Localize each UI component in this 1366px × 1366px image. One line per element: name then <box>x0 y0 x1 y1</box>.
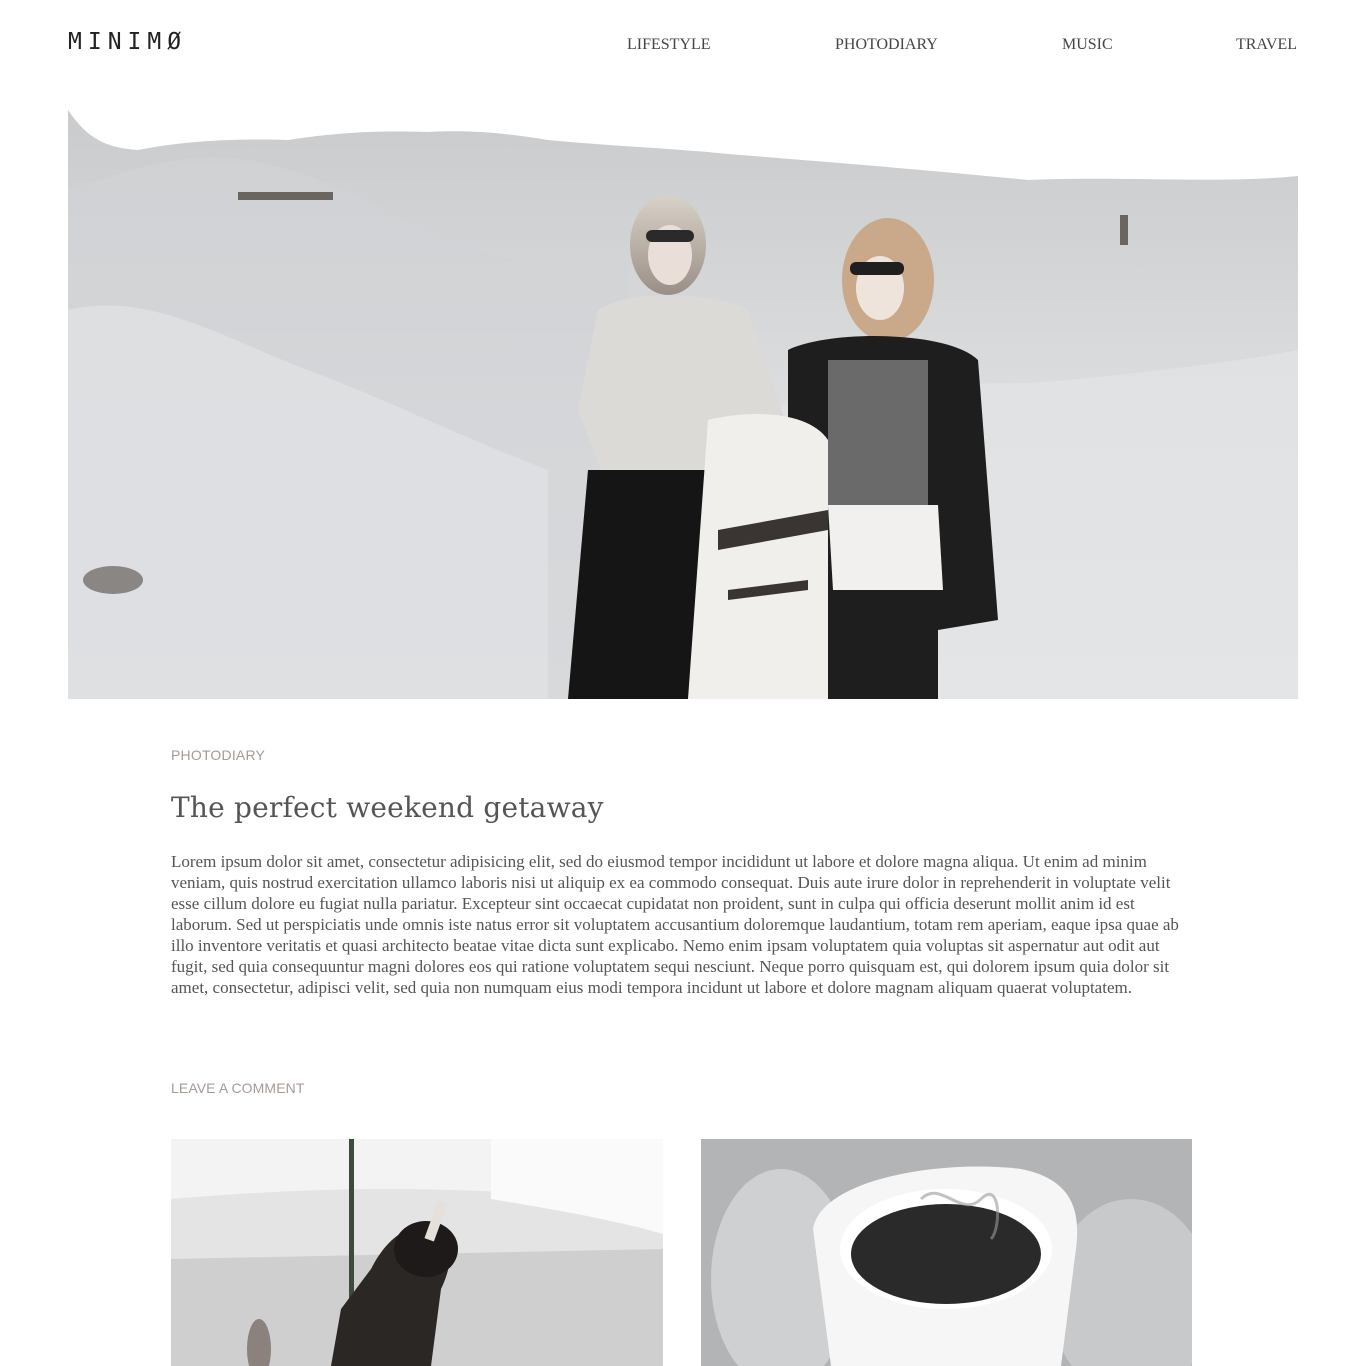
nav-item-travel[interactable]: TRAVEL <box>1236 35 1297 55</box>
post-category[interactable]: PHOTODIARY <box>171 746 265 764</box>
hero-photo-illustration <box>68 110 1298 699</box>
nav-item-lifestyle[interactable]: LIFESTYLE <box>627 35 711 55</box>
woman-dancing-photo <box>171 1139 663 1366</box>
coffee-cup-photo <box>701 1139 1192 1366</box>
related-post-thumbnail-left[interactable] <box>171 1139 663 1366</box>
post-body: Lorem ipsum dolor sit amet, consectetur … <box>171 852 1179 997</box>
leave-comment-link[interactable]: LEAVE A COMMENT <box>171 1079 305 1097</box>
nav-item-photodiary[interactable]: PHOTODIARY <box>835 35 938 55</box>
post-title: The perfect weekend getaway <box>171 791 604 824</box>
hero-photo <box>68 110 1298 699</box>
site-logo[interactable]: MINIMØ <box>68 28 187 56</box>
related-post-thumbnail-right[interactable] <box>701 1139 1192 1366</box>
site-header: MINIMØ LIFESTYLE PHOTODIARY MUSIC TRAVEL <box>0 0 1366 90</box>
nav-item-music[interactable]: MUSIC <box>1062 35 1113 55</box>
